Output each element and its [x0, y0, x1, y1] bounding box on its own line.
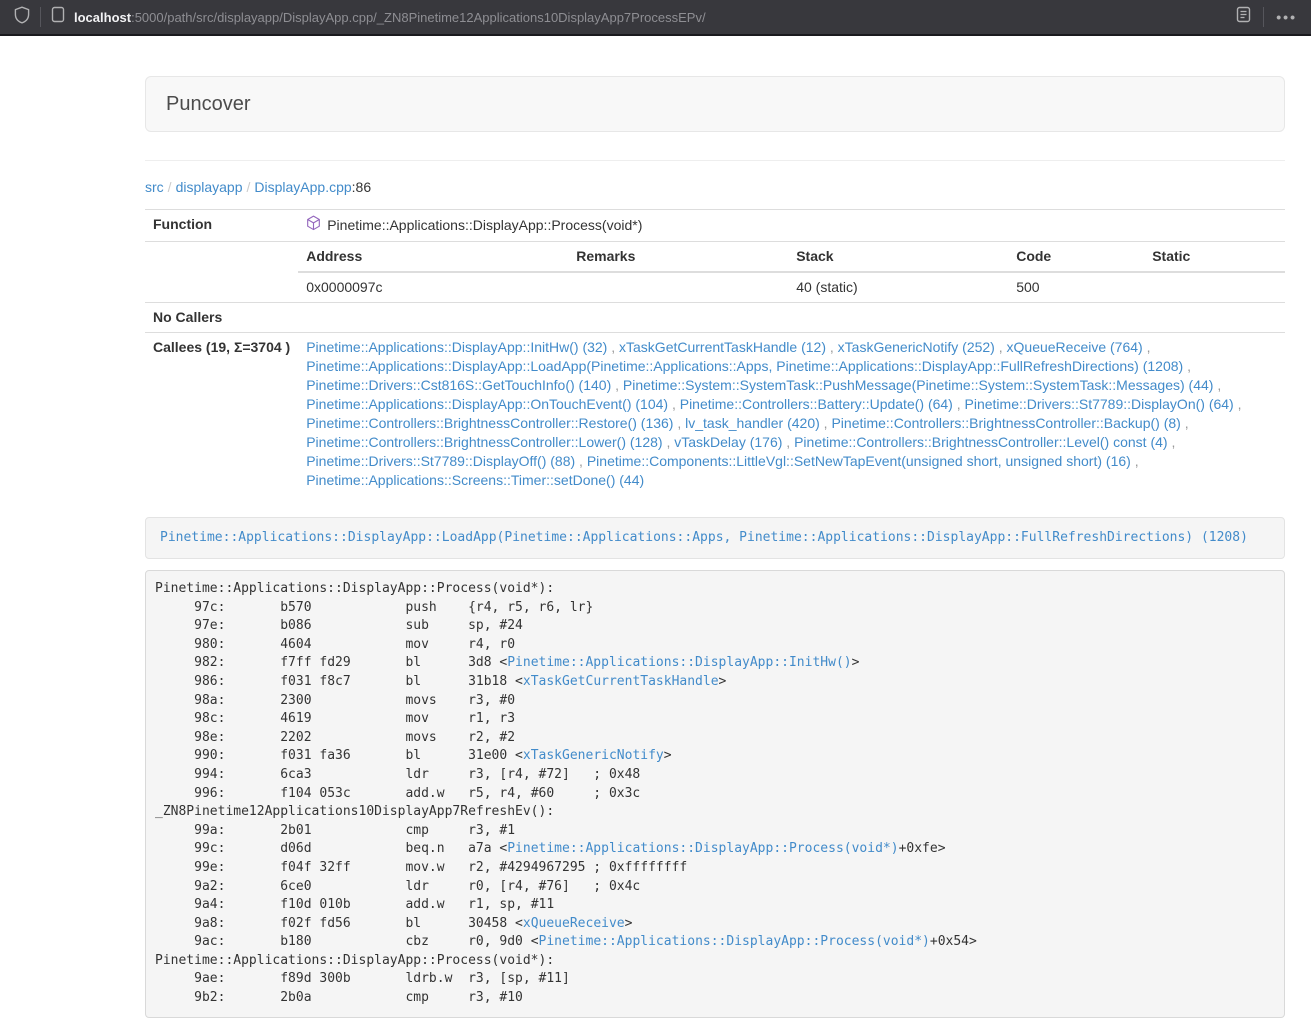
callee-link[interactable]: xTaskGenericNotify (252) — [838, 339, 995, 355]
cell-static — [1144, 272, 1285, 302]
cell-stack: 40 (static) — [788, 272, 1008, 302]
code-symbol-link[interactable]: Pinetime::Applications::DisplayApp::Proc… — [539, 934, 930, 949]
code-symbol-link[interactable]: xQueueReceive — [523, 916, 625, 931]
symbol-table: Function Pinetime::Applications::Display… — [145, 209, 1285, 495]
table-row: Callees (19, Σ=3704 ) Pinetime::Applicat… — [145, 333, 1285, 496]
callee-separator: , — [826, 339, 838, 355]
app-header-panel: Puncover — [145, 76, 1285, 132]
callee-separator: , — [953, 396, 965, 412]
code-symbol-link[interactable]: xTaskGetCurrentTaskHandle — [523, 674, 719, 689]
table-header-row: Address Remarks Stack Code Static — [298, 242, 1285, 272]
page-icon[interactable] — [51, 6, 65, 28]
callee-link[interactable]: Pinetime::Applications::DisplayApp::OnTo… — [306, 396, 668, 412]
chrome-separator — [40, 7, 41, 27]
breadcrumb-line-number: :86 — [352, 179, 371, 195]
callee-separator: , — [607, 339, 619, 355]
code-symbol-link[interactable]: Pinetime::Applications::DisplayApp::Init… — [507, 655, 851, 670]
callee-separator: , — [1168, 434, 1176, 450]
callee-link[interactable]: Pinetime::Drivers::St7789::DisplayOff() … — [306, 453, 575, 469]
cell-code: 500 — [1008, 272, 1144, 302]
callee-separator: , — [663, 434, 675, 450]
callee-separator: , — [1234, 396, 1242, 412]
shield-icon[interactable] — [14, 6, 30, 29]
callers-cell — [298, 303, 1285, 333]
callee-link[interactable]: Pinetime::Controllers::BrightnessControl… — [794, 434, 1167, 450]
column-header-address: Address — [298, 242, 568, 272]
callee-separator: , — [673, 415, 685, 431]
url-bar[interactable]: localhost:5000/path/src/displayapp/Displ… — [74, 10, 1236, 25]
callee-separator: , — [668, 396, 680, 412]
table-row: 0x0000097c 40 (static) 500 — [298, 272, 1285, 302]
highlighted-symbol-link[interactable]: Pinetime::Applications::DisplayApp::Load… — [160, 530, 1248, 545]
callee-link[interactable]: Pinetime::Applications::Screens::Timer::… — [306, 472, 644, 488]
code-symbol-link[interactable]: Pinetime::Applications::DisplayApp::Proc… — [507, 841, 898, 856]
callees-label: Callees (19, Σ=3704 ) — [145, 333, 298, 496]
callee-link[interactable]: Pinetime::Controllers::BrightnessControl… — [306, 415, 673, 431]
callee-separator: , — [995, 339, 1007, 355]
callee-link[interactable]: lv_task_handler (420) — [685, 415, 820, 431]
callee-separator: , — [611, 377, 623, 393]
callee-separator: , — [1181, 415, 1189, 431]
table-row: No Callers — [145, 303, 1285, 333]
cell-remarks — [568, 272, 788, 302]
empty-row-label — [145, 242, 298, 303]
assembly-code: Pinetime::Applications::DisplayApp::Proc… — [145, 570, 1285, 1018]
callee-link[interactable]: Pinetime::Drivers::St7789::DisplayOn() (… — [965, 396, 1234, 412]
no-callers-label: No Callers — [145, 303, 298, 333]
function-name: Pinetime::Applications::DisplayApp::Proc… — [327, 216, 642, 235]
column-header-stack: Stack — [788, 242, 1008, 272]
url-path: :5000/path/src/displayapp/DisplayApp.cpp… — [131, 10, 706, 25]
callees-list: Pinetime::Applications::DisplayApp::Init… — [298, 333, 1285, 496]
code-symbol-link[interactable]: xTaskGenericNotify — [523, 748, 664, 763]
divider — [145, 160, 1285, 161]
browser-chrome: localhost:5000/path/src/displayapp/Displ… — [0, 0, 1311, 36]
function-stats-table: Address Remarks Stack Code Static 0x0000… — [298, 242, 1285, 302]
highlighted-symbol-box: Pinetime::Applications::DisplayApp::Load… — [145, 517, 1285, 559]
callee-separator: , — [1131, 453, 1139, 469]
callee-link[interactable]: xQueueReceive (764) — [1007, 339, 1143, 355]
callee-link[interactable]: Pinetime::Controllers::BrightnessControl… — [831, 415, 1180, 431]
chrome-separator — [1263, 7, 1264, 27]
url-host: localhost — [74, 10, 131, 25]
breadcrumb-separator: / — [243, 179, 255, 195]
table-row: Address Remarks Stack Code Static 0x0000… — [145, 242, 1285, 303]
menu-dots-icon[interactable]: ••• — [1276, 10, 1297, 24]
callee-link[interactable]: Pinetime::Applications::DisplayApp::Init… — [306, 339, 607, 355]
breadcrumb: src/displayapp/DisplayApp.cpp:86 — [145, 177, 1285, 197]
breadcrumb-link-displayapp[interactable]: displayapp — [176, 179, 243, 195]
callee-separator: , — [1183, 358, 1191, 374]
callee-link[interactable]: Pinetime::Controllers::BrightnessControl… — [306, 434, 662, 450]
reader-mode-icon[interactable] — [1236, 6, 1251, 28]
callee-separator: , — [782, 434, 794, 450]
page-container: Puncover src/displayapp/DisplayApp.cpp:8… — [145, 76, 1285, 1018]
callee-separator: , — [575, 453, 587, 469]
page-title: Puncover — [166, 92, 1264, 116]
breadcrumb-link-file[interactable]: DisplayApp.cpp — [254, 179, 351, 195]
callee-separator: , — [1213, 377, 1221, 393]
callee-separator: , — [820, 415, 832, 431]
callee-link[interactable]: xTaskGetCurrentTaskHandle (12) — [619, 339, 826, 355]
callee-link[interactable]: Pinetime::Components::LittleVgl::SetNewT… — [587, 453, 1131, 469]
breadcrumb-separator: / — [164, 179, 176, 195]
column-header-code: Code — [1008, 242, 1144, 272]
callee-link[interactable]: Pinetime::Controllers::Battery::Update()… — [680, 396, 953, 412]
cell-address: 0x0000097c — [298, 272, 568, 302]
column-header-static: Static — [1144, 242, 1285, 272]
callee-separator: , — [1143, 339, 1151, 355]
breadcrumb-link-src[interactable]: src — [145, 179, 164, 195]
callee-link[interactable]: Pinetime::Applications::DisplayApp::Load… — [306, 358, 1183, 374]
callee-link[interactable]: Pinetime::Drivers::Cst816S::GetTouchInfo… — [306, 377, 611, 393]
callee-link[interactable]: Pinetime::System::SystemTask::PushMessag… — [623, 377, 1214, 393]
callee-link[interactable]: vTaskDelay (176) — [674, 434, 782, 450]
column-header-remarks: Remarks — [568, 242, 788, 272]
cube-icon — [306, 215, 321, 236]
table-row: Function Pinetime::Applications::Display… — [145, 210, 1285, 242]
function-row-label: Function — [145, 210, 298, 242]
